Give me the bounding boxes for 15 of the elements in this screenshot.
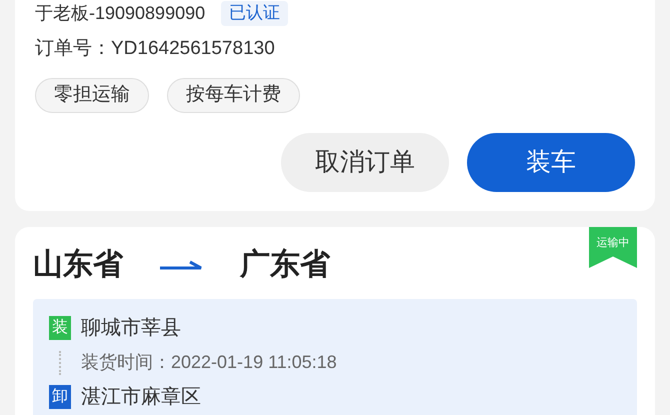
owner-name-phone: 于老板-19090899090 xyxy=(35,4,206,22)
destination-province: 广东省 xyxy=(240,247,330,283)
cancel-order-button[interactable]: 取消订单 xyxy=(281,133,449,192)
loading-time: 装货时间：2022-01-19 11:05:18 xyxy=(81,351,337,374)
tag: 零担运输 xyxy=(35,78,149,113)
stop-badge: 卸 xyxy=(49,385,71,409)
stop-badge: 装 xyxy=(49,316,71,340)
origin-province: 山东省 xyxy=(33,247,123,283)
order-number: 订单号：YD1642561578130 xyxy=(35,37,276,61)
verified-badge: 已认证 xyxy=(221,0,288,26)
stop-place: 聊城市莘县 xyxy=(81,316,181,341)
stop-place: 湛江市麻章区 xyxy=(81,385,201,410)
status-ribbon: 运输中 xyxy=(589,227,637,268)
load-button[interactable]: 装车 xyxy=(467,133,635,192)
tag: 按每车计费 xyxy=(167,78,300,113)
